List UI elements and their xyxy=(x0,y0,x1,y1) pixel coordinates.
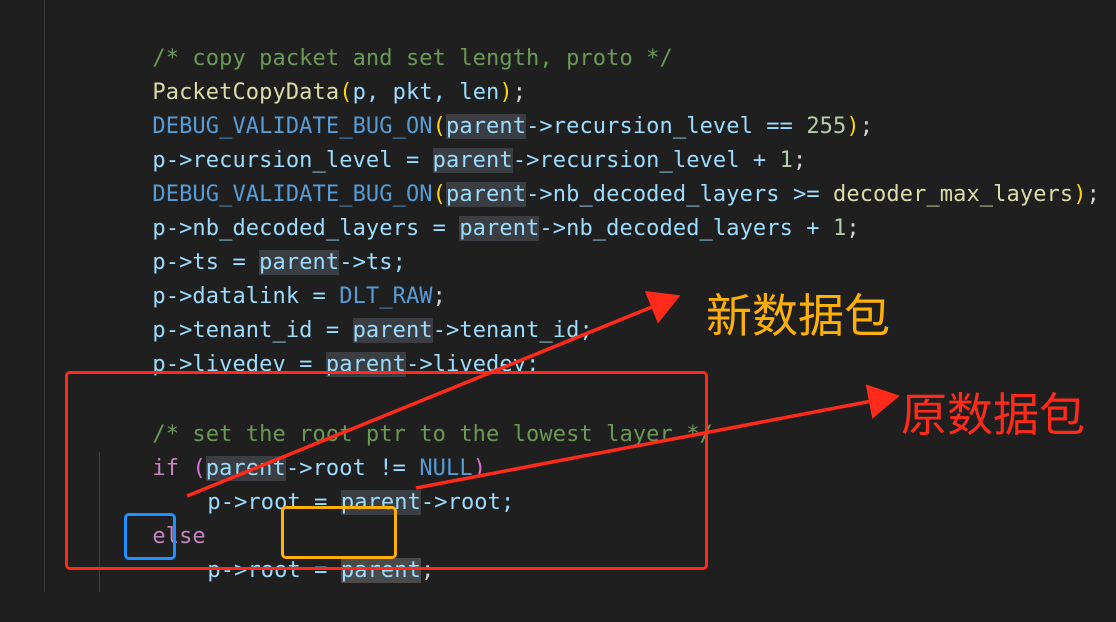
bracket: ) xyxy=(846,114,860,139)
code-line-7[interactable]: p->ts = parent->ts; xyxy=(99,212,406,275)
new-packet-label: 新数据包 xyxy=(706,289,890,343)
code-line-6[interactable]: p->nb_decoded_layers = parent->nb_decode… xyxy=(99,178,860,241)
semicolon: ; xyxy=(1086,182,1100,207)
orig-packet-label: 原数据包 xyxy=(901,388,1085,442)
blue-highlight-box xyxy=(124,513,176,560)
code-line-8[interactable]: p->datalink = DLT_RAW; xyxy=(99,246,446,309)
yellow-highlight-box xyxy=(281,506,397,559)
number: 1 xyxy=(833,216,847,241)
function-name: decoder_max_layers xyxy=(833,182,1074,207)
parent-highlight: parent xyxy=(459,216,540,241)
semicolon: ; xyxy=(846,216,860,241)
semicolon: ; xyxy=(859,114,874,139)
code-text: ->nb_decoded_layers + xyxy=(539,216,833,241)
indent-guide xyxy=(44,0,45,592)
code-line-5[interactable]: DEBUG_VALIDATE_BUG_ON(parent->nb_decoded… xyxy=(99,144,1100,207)
bracket: ) xyxy=(1073,182,1087,207)
code-line-1[interactable]: /* copy packet and set length, proto */ xyxy=(99,8,673,71)
code-line-3[interactable]: DEBUG_VALIDATE_BUG_ON(parent->recursion_… xyxy=(99,76,873,139)
code-line-2[interactable]: PacketCopyData(p, pkt, len); xyxy=(99,42,526,105)
code-line-4[interactable]: p->recursion_level = parent->recursion_l… xyxy=(99,110,806,173)
code-line-9[interactable]: p->tenant_id = parent->tenant_id; xyxy=(99,280,593,343)
number: 255 xyxy=(806,114,847,139)
code-line-10[interactable]: p->livedev = parent->livedev; xyxy=(99,314,539,377)
